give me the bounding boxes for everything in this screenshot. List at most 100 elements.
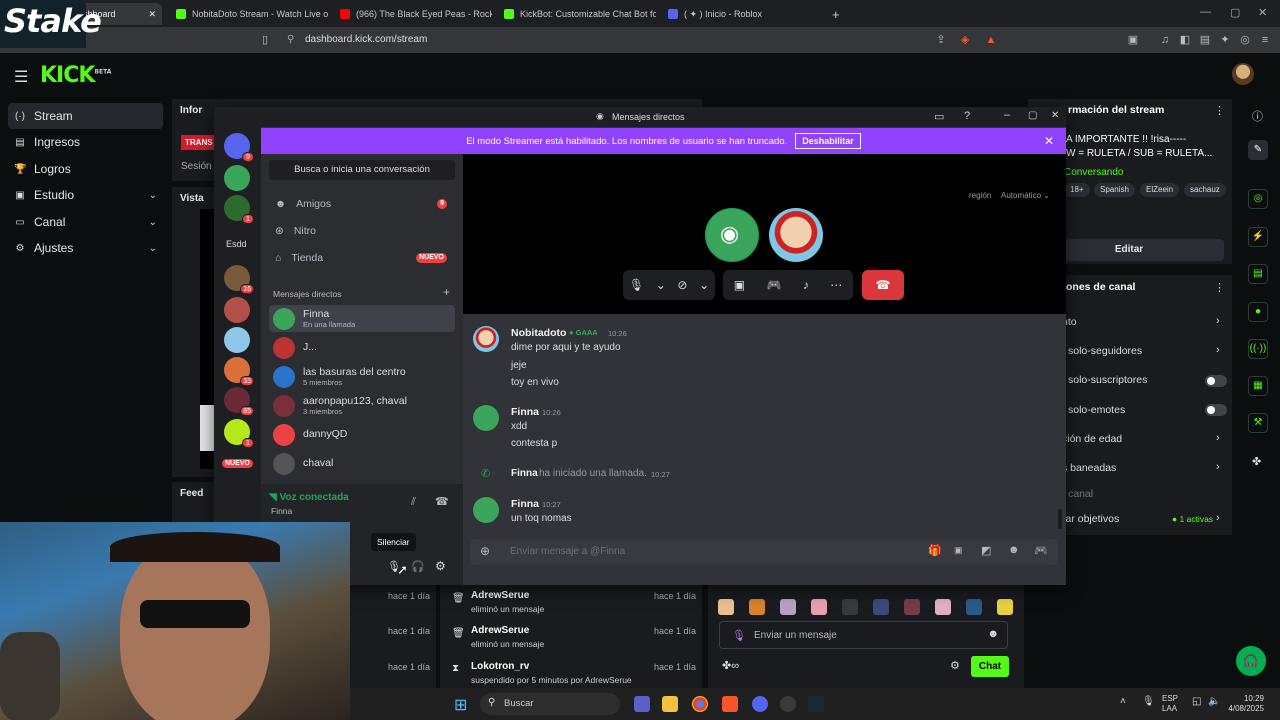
more-options-icon[interactable]: ⋮: [1214, 281, 1225, 294]
clock[interactable]: 10:29 4/08/2025: [1226, 694, 1264, 714]
focus-icon[interactable]: ◎: [1248, 189, 1268, 209]
windows-start-icon[interactable]: ⊞: [454, 695, 467, 715]
close-icon[interactable]: ✕: [148, 9, 156, 20]
language-indicator[interactable]: ESP LAA: [1162, 694, 1178, 714]
wrench-icon[interactable]: ⚒: [1248, 413, 1268, 433]
gear-icon[interactable]: ⚙: [435, 559, 446, 573]
nav-nitro[interactable]: ⊛ Nitro: [269, 219, 455, 243]
emote-icon[interactable]: [935, 599, 951, 615]
subscribers-only-toggle[interactable]: [1205, 375, 1227, 387]
emotes-only-toggle[interactable]: [1205, 404, 1227, 416]
server-icon[interactable]: 1: [224, 419, 254, 448]
sidebar-toggle-icon[interactable]: ◧: [1178, 33, 1192, 47]
region-select[interactable]: Automático ⌄: [1001, 191, 1050, 200]
noise-suppression-icon[interactable]: ⫽: [411, 496, 416, 509]
mic-tray-icon[interactable]: 🎙: [1142, 696, 1155, 707]
emote-icon[interactable]: [904, 599, 920, 615]
emoji-icon[interactable]: ☻: [987, 628, 999, 640]
message-composer[interactable]: ⊕ Enviar mensaje a @Finna 🎁 ▣ ◩ ☻ 🎮: [470, 539, 1058, 565]
kick-logo[interactable]: KICKBETA: [40, 63, 111, 88]
emote-icon[interactable]: [842, 599, 858, 615]
document-icon[interactable]: ▤: [1248, 264, 1268, 284]
obs-icon[interactable]: [780, 696, 796, 712]
taskbar-search[interactable]: ⚲ Buscar: [480, 693, 620, 715]
sidebar-item-stream[interactable]: (·) Stream: [8, 103, 163, 129]
stream-category[interactable]: Conversando: [1064, 167, 1123, 178]
emoji-icon[interactable]: ☻: [1008, 544, 1020, 556]
disable-streamer-mode-button[interactable]: Deshabilitar: [795, 133, 861, 149]
emote-icon[interactable]: [966, 599, 982, 615]
gift-icon[interactable]: 🎁: [928, 544, 942, 557]
kickbot-icon[interactable]: ✤∞: [722, 659, 739, 672]
hamburger-menu-icon[interactable]: ☰: [14, 67, 28, 87]
log-user[interactable]: AdrewSerue: [471, 625, 529, 636]
apps-icon[interactable]: 🎮: [1034, 544, 1048, 557]
add-dm-icon[interactable]: +: [443, 285, 450, 299]
teams-icon[interactable]: [634, 696, 650, 712]
activity-icon[interactable]: 🎮: [766, 278, 781, 292]
server-icon[interactable]: [224, 327, 250, 353]
chat-send-button[interactable]: Chat: [971, 656, 1009, 677]
tab-roblox[interactable]: ( ✦ ) Inicio - Roblox: [660, 3, 820, 25]
dm-item[interactable]: aaronpapu123, chaval 3 miembros: [269, 392, 455, 419]
tab-youtube[interactable]: (966) The Black Eyed Peas - Rock Tha: [332, 3, 492, 25]
ai-icon[interactable]: ✦: [1218, 33, 1232, 47]
message-author[interactable]: Nobitadoto: [511, 327, 566, 339]
volume-icon[interactable]: 🔈: [1208, 696, 1220, 707]
emote-icon[interactable]: [749, 599, 765, 615]
chat-input[interactable]: 🎙 Enviar un mensaje ☻: [719, 621, 1008, 649]
sidebar-item-canal[interactable]: ▭ Canal ⌄: [8, 209, 163, 235]
dm-item-finna[interactable]: Finna En una llamada: [269, 305, 455, 332]
inbox-icon[interactable]: ▭: [934, 110, 944, 123]
sidebar-item-ajustes[interactable]: ⚙ Ajustes ⌄: [8, 235, 163, 261]
option-row[interactable]: ción de edad: [1062, 429, 1122, 449]
more-options-icon[interactable]: ⋮: [1214, 104, 1225, 117]
mic-icon[interactable]: 🎙: [732, 629, 746, 642]
emote-icon[interactable]: [718, 599, 734, 615]
tab-nobitadoto[interactable]: NobitaDoto Stream - Watch Live on: [168, 3, 328, 25]
hang-up-button[interactable]: ☎: [862, 270, 904, 300]
help-icon[interactable]: ?: [964, 110, 970, 122]
dm-search-button[interactable]: Busca o inicia una conversación: [269, 160, 455, 180]
server-icon[interactable]: [224, 165, 250, 191]
close-window-icon[interactable]: ✕: [1258, 6, 1267, 19]
log-user[interactable]: AdrewSerue: [471, 590, 529, 601]
option-row[interactable]: s baneadas: [1062, 458, 1116, 478]
user-avatar[interactable]: [1232, 63, 1254, 85]
chat-bubble-icon[interactable]: ●: [1248, 302, 1268, 322]
emote-icon[interactable]: [811, 599, 827, 615]
server-label[interactable]: Esdd: [226, 239, 247, 249]
vpn-icon[interactable]: ◎: [1238, 33, 1252, 47]
server-icon[interactable]: 85: [224, 387, 254, 416]
more-icon[interactable]: ⋯: [830, 278, 842, 292]
steam-icon[interactable]: [808, 696, 824, 712]
caller-avatar-finna[interactable]: ◉: [705, 208, 759, 262]
close-icon[interactable]: ✕: [1051, 110, 1059, 121]
minimize-icon[interactable]: –: [1004, 109, 1010, 121]
gear-icon[interactable]: ⚙: [950, 659, 960, 672]
new-tab-button[interactable]: +: [824, 3, 844, 25]
maximize-icon[interactable]: ▢: [1230, 6, 1240, 19]
dm-item[interactable]: las basuras del centro 5 miembros: [269, 363, 455, 390]
chrome-icon[interactable]: [692, 696, 708, 712]
option-row[interactable]: rar objetivos: [1062, 509, 1119, 529]
caller-avatar-nobitadoto[interactable]: [769, 208, 823, 262]
brave-rewards-icon[interactable]: ▲: [984, 33, 998, 47]
sticker-icon[interactable]: ◩: [981, 544, 991, 557]
avatar[interactable]: [473, 405, 499, 431]
sidebar-item-estudio[interactable]: ▣ Estudio ⌄: [8, 182, 163, 208]
brave-shield-icon[interactable]: ◈: [958, 33, 972, 47]
option-row[interactable]: solo-seguidores: [1068, 341, 1142, 361]
server-icon[interactable]: 16: [224, 265, 254, 294]
url-field[interactable]: ⚲ dashboard.kick.com/stream: [283, 31, 983, 49]
screen-share-icon[interactable]: ▣: [734, 278, 745, 292]
home-server-icon[interactable]: 9: [224, 133, 254, 162]
site-info-icon[interactable]: ⚲: [287, 31, 294, 49]
log-user[interactable]: Lokotron_rv: [471, 661, 529, 672]
file-explorer-icon[interactable]: [662, 696, 678, 712]
minimize-icon[interactable]: —: [1200, 6, 1211, 18]
stack-icon[interactable]: ▦: [1248, 376, 1268, 396]
emote-icon[interactable]: [997, 599, 1013, 615]
nav-shop[interactable]: ⌂ Tienda NUEVO: [269, 246, 455, 270]
scrollbar[interactable]: [1058, 509, 1062, 529]
